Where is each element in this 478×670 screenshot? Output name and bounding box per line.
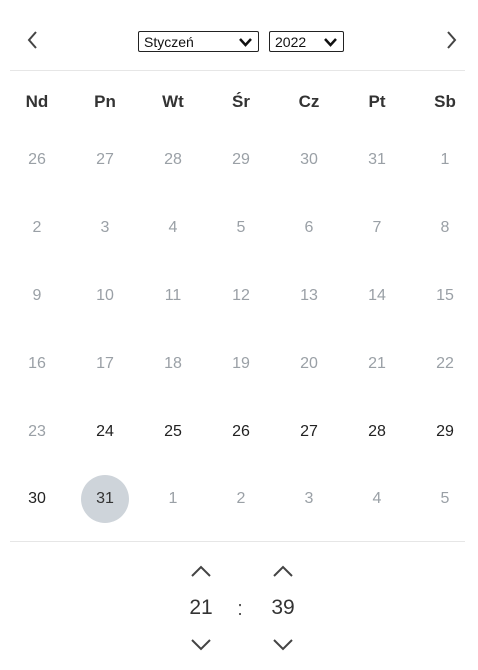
day-cell[interactable]: 1 (421, 136, 469, 184)
chevron-down-icon (273, 639, 293, 651)
day-cell-selected[interactable]: 31 (81, 475, 129, 523)
chevron-down-icon (239, 38, 252, 47)
day-cell[interactable]: 16 (13, 340, 61, 388)
day-cell[interactable]: 24 (81, 408, 129, 456)
day-cell[interactable]: 3 (285, 475, 333, 523)
chevron-up-icon (191, 565, 211, 577)
day-cell[interactable]: 25 (149, 408, 197, 456)
day-cell[interactable]: 30 (285, 136, 333, 184)
day-cell[interactable]: 4 (149, 204, 197, 252)
hour-value[interactable]: 21 (181, 596, 221, 620)
day-cell[interactable]: 7 (353, 204, 401, 252)
header-divider (10, 70, 465, 71)
chevron-left-icon (27, 31, 37, 49)
day-cell[interactable]: 2 (13, 204, 61, 252)
day-cell[interactable]: 12 (217, 272, 265, 320)
day-cell[interactable]: 8 (421, 204, 469, 252)
weekday-label: Pn (94, 92, 116, 111)
year-select[interactable]: 2022 (269, 31, 344, 52)
weekday-label: Nd (25, 92, 49, 111)
minute-decrement-button[interactable] (270, 636, 296, 654)
day-cell[interactable]: 5 (217, 204, 265, 252)
time-separator: : (237, 598, 243, 620)
year-select-value: 2022 (275, 33, 307, 50)
day-cell[interactable]: 30 (13, 475, 61, 523)
day-cell[interactable]: 1 (149, 475, 197, 523)
day-cell[interactable]: 29 (217, 136, 265, 184)
day-cell[interactable]: 26 (217, 408, 265, 456)
day-cell[interactable]: 9 (13, 272, 61, 320)
day-cell[interactable]: 27 (285, 408, 333, 456)
day-cell[interactable]: 11 (149, 272, 197, 320)
weekday-label: Pt (368, 92, 386, 111)
day-cell[interactable]: 2 (217, 475, 265, 523)
prev-month-button[interactable] (18, 24, 48, 56)
month-select-value: Styczeń (144, 33, 194, 50)
minute-value[interactable]: 39 (263, 596, 303, 620)
day-cell[interactable]: 31 (353, 136, 401, 184)
day-cell[interactable]: 27 (81, 136, 129, 184)
next-month-button[interactable] (436, 24, 466, 56)
day-cell[interactable]: 17 (81, 340, 129, 388)
day-cell[interactable]: 28 (353, 408, 401, 456)
chevron-down-icon (191, 639, 211, 651)
day-cell[interactable]: 19 (217, 340, 265, 388)
weekday-label: Cz (298, 92, 320, 111)
chevron-down-icon (324, 38, 337, 47)
minute-increment-button[interactable] (270, 562, 296, 580)
hour-decrement-button[interactable] (188, 636, 214, 654)
day-cell[interactable]: 21 (353, 340, 401, 388)
day-cell[interactable]: 29 (421, 408, 469, 456)
day-cell[interactable]: 15 (421, 272, 469, 320)
day-cell[interactable]: 5 (421, 475, 469, 523)
chevron-right-icon (447, 31, 457, 49)
day-cell[interactable]: 3 (81, 204, 129, 252)
chevron-up-icon (273, 565, 293, 577)
weekday-label: Sb (434, 92, 456, 111)
day-cell[interactable]: 4 (353, 475, 401, 523)
day-cell[interactable]: 18 (149, 340, 197, 388)
day-cell[interactable]: 22 (421, 340, 469, 388)
day-cell[interactable]: 6 (285, 204, 333, 252)
time-divider (10, 541, 465, 542)
day-cell[interactable]: 20 (285, 340, 333, 388)
weekday-label: Śr (232, 92, 250, 111)
day-cell[interactable]: 13 (285, 272, 333, 320)
day-cell[interactable]: 28 (149, 136, 197, 184)
day-cell[interactable]: 10 (81, 272, 129, 320)
month-select[interactable]: Styczeń (138, 31, 259, 52)
day-cell[interactable]: 23 (13, 408, 61, 456)
day-cell[interactable]: 26 (13, 136, 61, 184)
hour-increment-button[interactable] (188, 562, 214, 580)
day-cell[interactable]: 14 (353, 272, 401, 320)
weekday-label: Wt (162, 92, 184, 111)
